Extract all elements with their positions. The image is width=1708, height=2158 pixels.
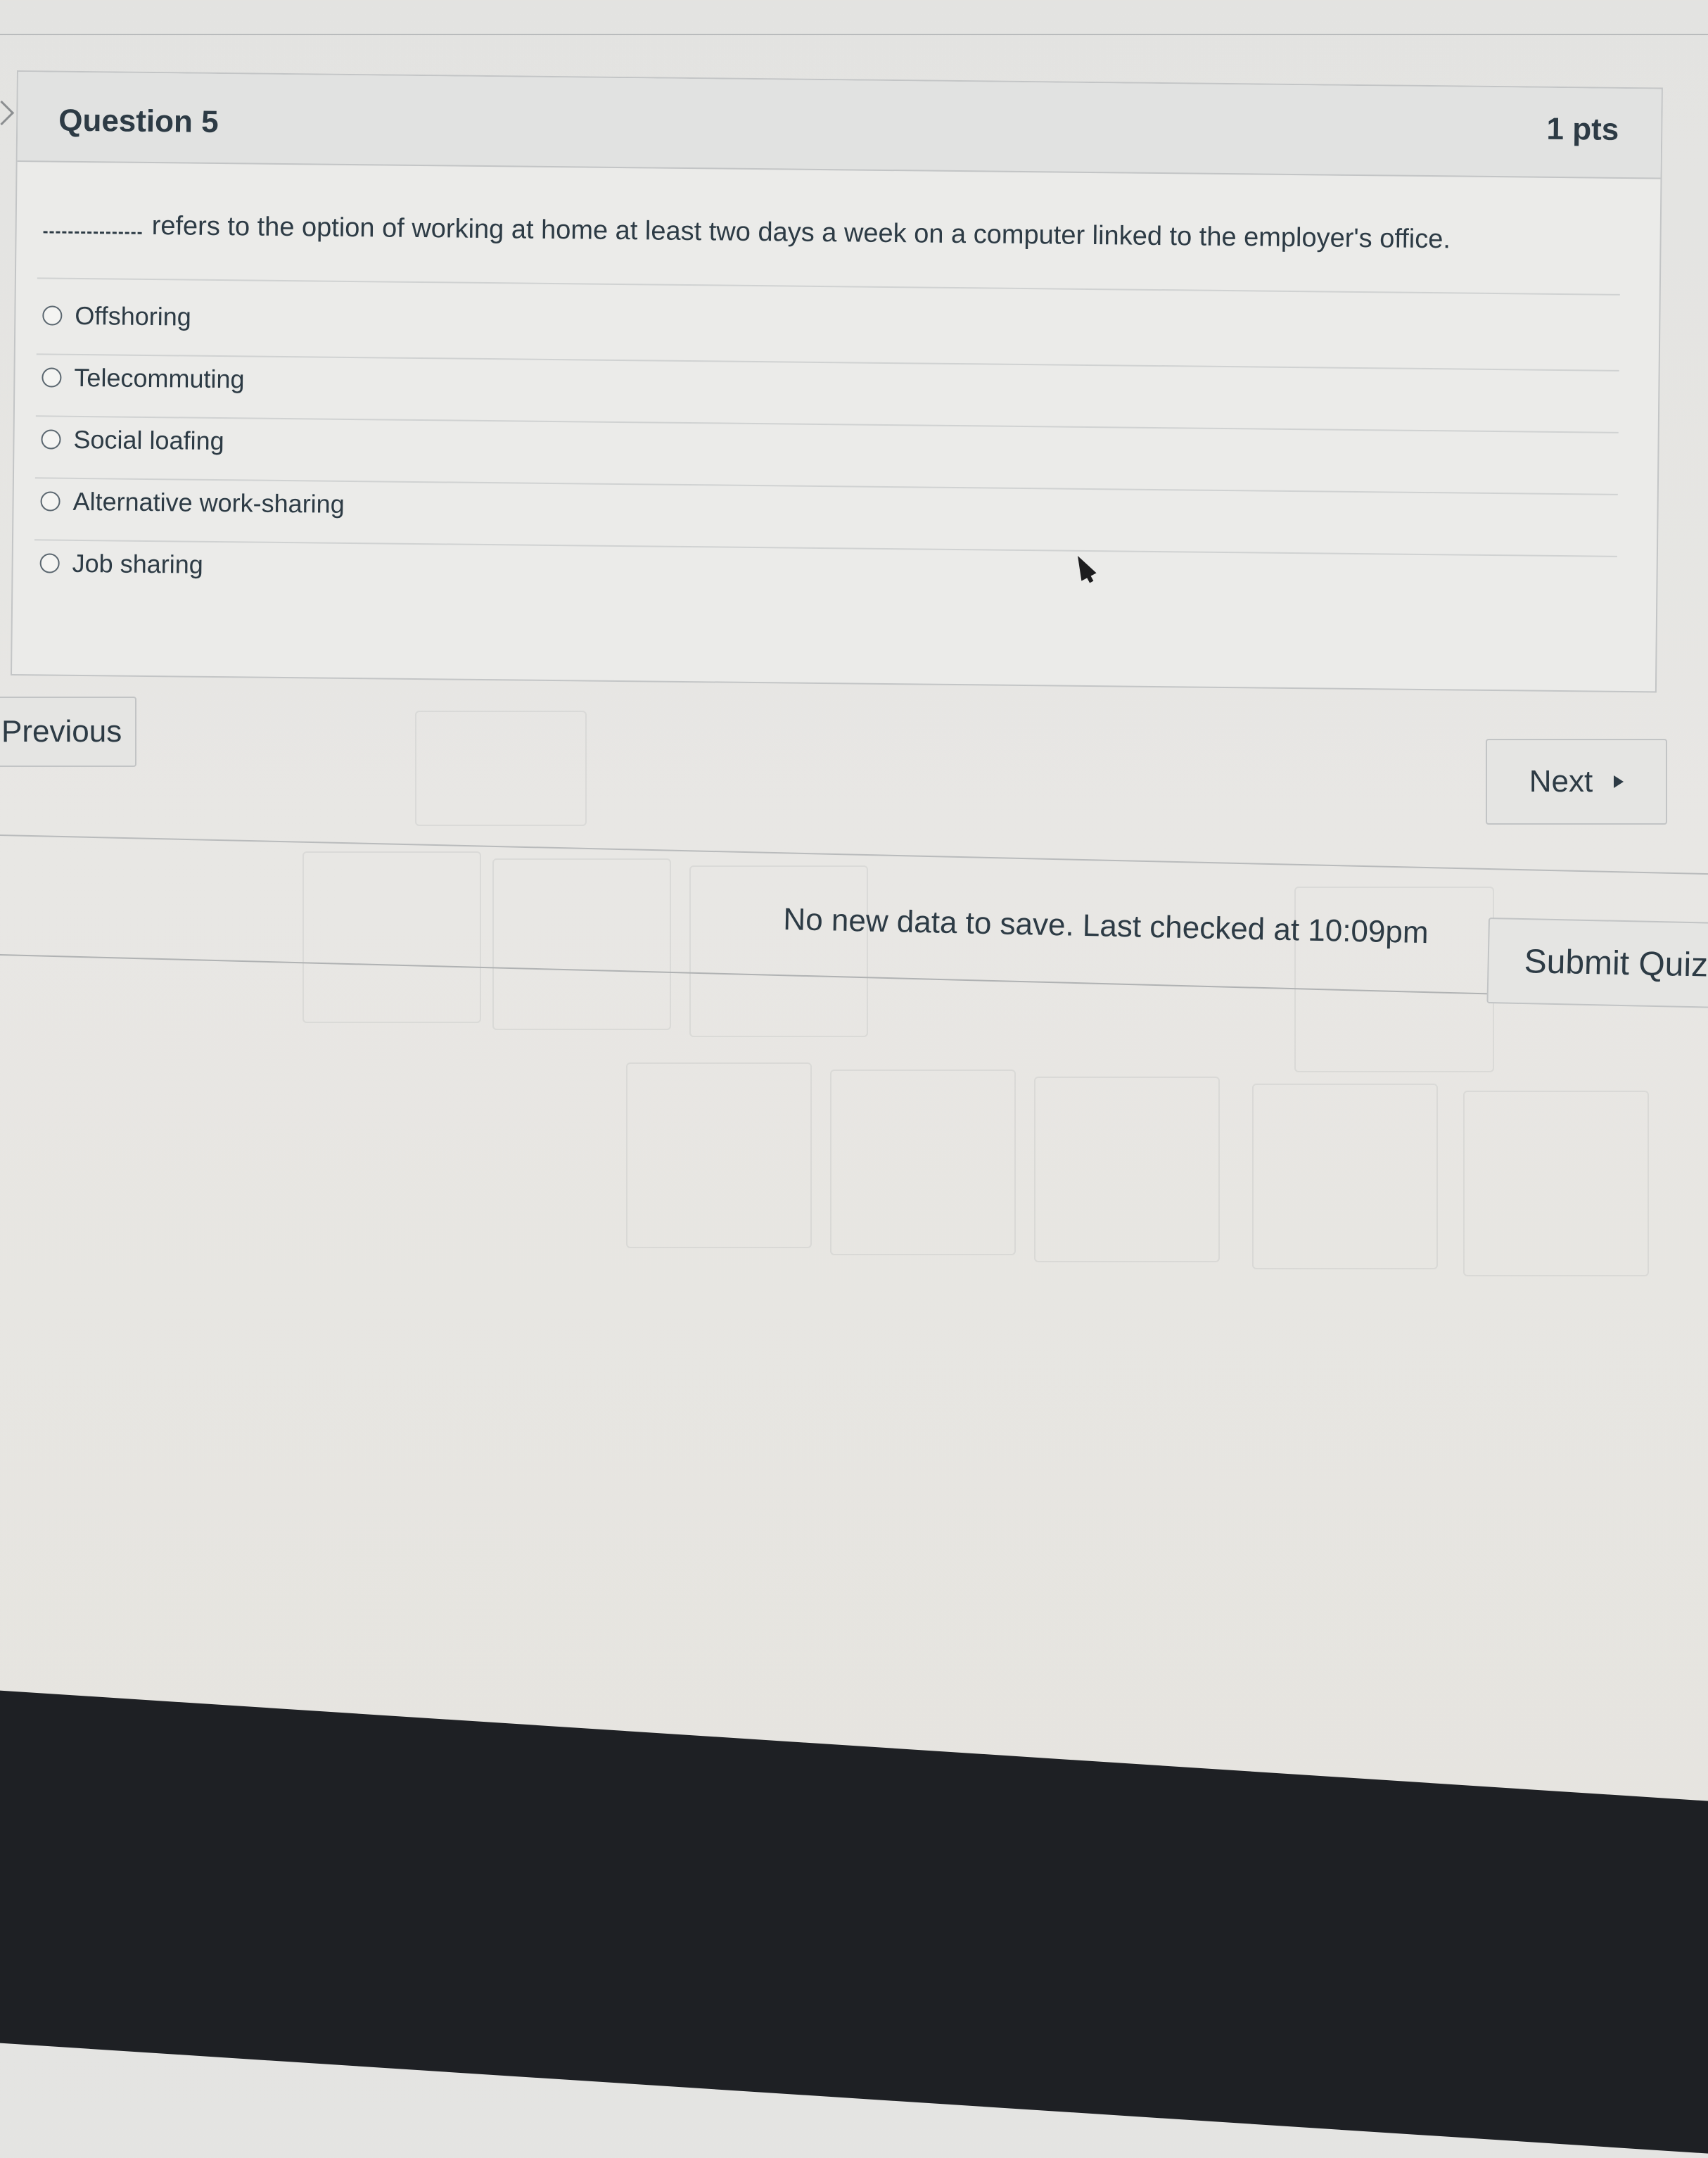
radio-button[interactable] bbox=[42, 367, 62, 388]
background-artifact bbox=[689, 865, 868, 1037]
radio-button[interactable] bbox=[41, 429, 61, 450]
answer-label: Alternative work-sharing bbox=[72, 486, 345, 519]
answer-option-offshoring[interactable]: Offshoring bbox=[42, 294, 191, 338]
submit-quiz-button[interactable]: Submit Quiz bbox=[1486, 918, 1708, 1009]
answer-label: Social loafing bbox=[73, 424, 224, 456]
radio-button[interactable] bbox=[39, 553, 60, 573]
question-points: 1 pts bbox=[1546, 111, 1619, 147]
answer-option-job-sharing[interactable]: Job sharing bbox=[39, 542, 203, 585]
background-artifact bbox=[626, 1062, 812, 1248]
answer-option-alternative-work-sharing[interactable]: Alternative work-sharing bbox=[40, 480, 345, 526]
background-artifact bbox=[1463, 1091, 1649, 1276]
answer-option-telecommuting[interactable]: Telecommuting bbox=[42, 356, 245, 400]
next-button[interactable]: Next bbox=[1486, 739, 1667, 825]
answer-divider bbox=[37, 277, 1620, 296]
question-title: Question 5 bbox=[58, 103, 219, 140]
answer-label: Job sharing bbox=[72, 548, 203, 579]
fill-in-blank bbox=[43, 210, 142, 234]
background-artifact bbox=[302, 851, 481, 1023]
background-artifact bbox=[1252, 1084, 1438, 1269]
background-artifact bbox=[830, 1070, 1016, 1255]
answer-divider bbox=[34, 539, 1617, 557]
question-text-body: refers to the option of working at home … bbox=[151, 211, 1451, 255]
background-artifact bbox=[492, 858, 671, 1030]
radio-button[interactable] bbox=[40, 491, 60, 512]
previous-button[interactable]: Previous bbox=[0, 697, 136, 767]
question-card: Question 5 1 pts refers to the option of… bbox=[10, 70, 1663, 693]
answer-label: Telecommuting bbox=[74, 362, 245, 394]
caret-right-icon bbox=[1614, 775, 1624, 788]
monitor-bezel bbox=[0, 1689, 1708, 2158]
answer-divider bbox=[36, 353, 1619, 372]
chevron-left-icon[interactable] bbox=[0, 100, 15, 126]
next-button-label: Next bbox=[1529, 764, 1593, 799]
background-artifact bbox=[415, 711, 587, 826]
top-divider bbox=[0, 34, 1708, 35]
answer-divider bbox=[35, 415, 1619, 433]
answer-option-social-loafing[interactable]: Social loafing bbox=[41, 418, 224, 462]
answer-label: Offshoring bbox=[75, 300, 191, 331]
question-header: Question 5 1 pts bbox=[17, 72, 1662, 179]
question-text: refers to the option of working at home … bbox=[43, 210, 1451, 255]
background-artifact bbox=[1034, 1077, 1220, 1262]
radio-button[interactable] bbox=[42, 305, 63, 326]
